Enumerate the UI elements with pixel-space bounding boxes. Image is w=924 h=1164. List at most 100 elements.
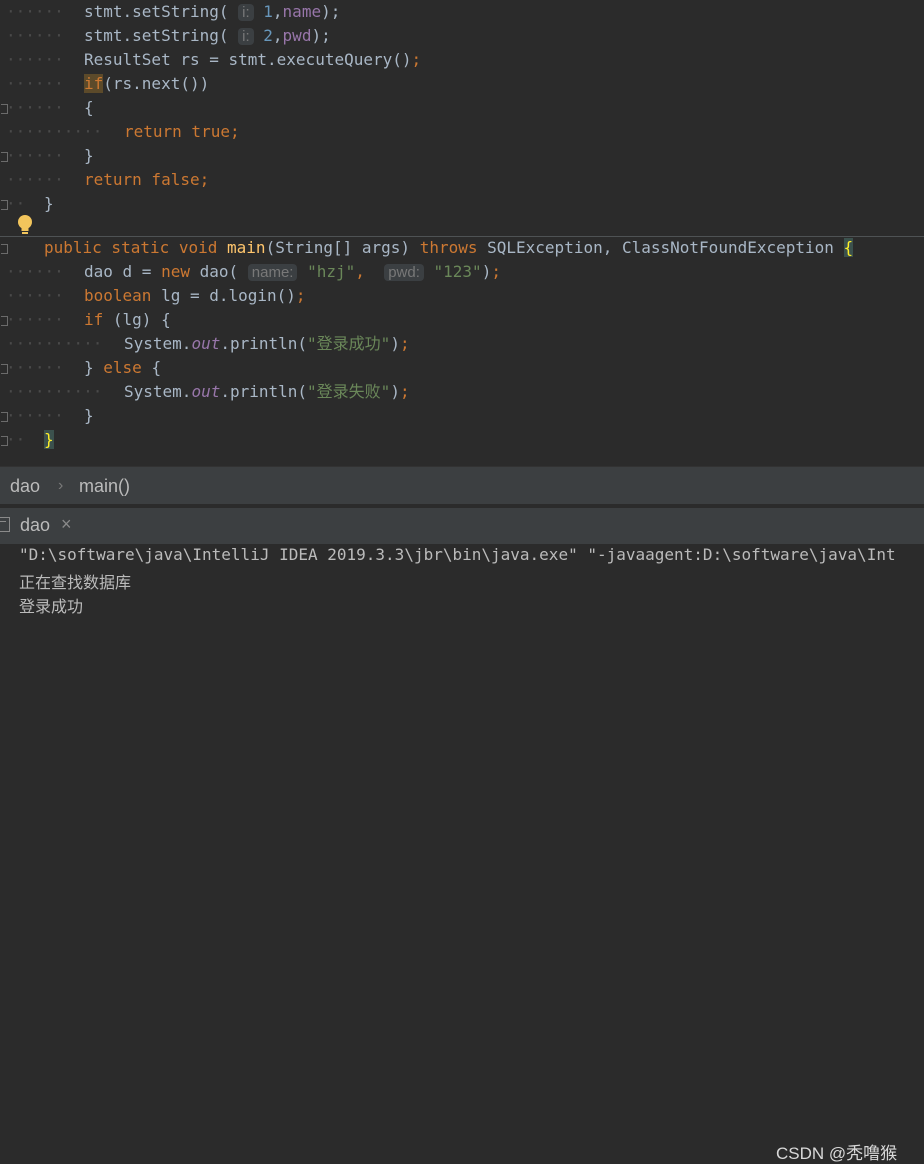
code-line[interactable]: ······ return false; [0,168,924,192]
code-token: System. [124,382,192,401]
method-separator [0,236,924,237]
console-icon [0,517,10,532]
code-token: } [44,430,54,449]
fold-marker-icon[interactable] [1,104,8,114]
code-token: ) [390,334,400,353]
code-token: else [103,358,152,377]
indent-guide: ······ [6,406,64,425]
code-token: ; [399,382,410,401]
code-text: System.out.println("登录成功"); [124,332,410,356]
code-text: } else { [84,356,161,380]
run-tab-dao[interactable]: dao [20,515,50,536]
indent-guide: ······ [6,358,64,377]
code-token: SQLException, ClassNotFoundException [487,238,844,257]
code-token: .println( [220,334,308,353]
code-token: ); [311,26,331,45]
fold-marker-icon[interactable] [1,200,8,210]
fold-marker-icon[interactable] [1,364,8,374]
indent-guide: ······ [6,74,64,93]
code-token: "123" [433,262,482,281]
indent-guide: ······ [6,170,64,189]
code-line[interactable]: ··} [0,192,924,216]
fold-marker-icon[interactable] [1,152,8,162]
code-line[interactable]: ······ if(rs.next()) [0,72,924,96]
code-token: ; [399,334,410,353]
code-token: (String[] args) [265,238,420,257]
code-token: out [191,334,221,353]
indent-guide: ······ [6,310,64,329]
indent-guide: ······ [6,98,64,117]
code-line[interactable]: ······ ResultSet rs = stmt.executeQuery()… [0,48,924,72]
fold-marker-icon[interactable] [1,436,8,446]
run-tool-window-tabs: dao × [0,508,924,544]
code-token: if [84,74,104,93]
code-line[interactable]: ······ if (lg) { [0,308,924,332]
indent-guide: ······ [6,26,64,45]
code-line[interactable]: ······} [0,144,924,168]
code-line[interactable]: ······ stmt.setString( i: 2,pwd); [0,24,924,48]
code-token: } [44,194,54,213]
indent-guide: ·· [6,430,26,449]
breadcrumb-method[interactable]: main() [79,476,130,497]
code-text: System.out.println("登录失败"); [124,380,410,404]
code-token: { [84,98,94,117]
code-line[interactable]: ······ boolean lg = d.login(); [0,284,924,308]
code-token: } [84,146,94,165]
code-token: ; [295,286,306,305]
parameter-hint: pwd: [384,264,424,281]
code-line[interactable]: ······ dao d = new dao( name: "hzj", pwd:… [0,260,924,284]
code-token: ; [411,50,422,69]
indent-guide: ·· [6,194,26,213]
lightbulb-icon[interactable] [16,214,34,236]
code-line[interactable]: ·········· return true; [0,120,924,144]
code-text: stmt.setString( i: 2,pwd); [84,24,331,49]
code-token: ) [390,382,400,401]
indent-guide: ······ [6,286,64,305]
code-text: if(rs.next()) [84,72,209,96]
code-token: { [151,358,162,377]
parameter-hint: i: [238,4,254,21]
code-token: (rs.next()) [103,74,210,93]
code-token: , [272,2,283,21]
indent-guide: ······ [6,146,64,165]
code-text: { [84,96,94,120]
watermark: CSDN @秃噜猴 [776,1144,898,1163]
indent-guide: ·········· [6,122,103,141]
code-token: main [227,238,266,257]
code-line[interactable]: public static void main(String[] args) t… [0,236,924,260]
code-token: .println( [220,382,308,401]
code-line[interactable]: ·········· System.out.println("登录成功"); [0,332,924,356]
fold-marker-icon[interactable] [1,244,8,254]
breadcrumb-class[interactable]: dao [10,476,40,497]
code-token: out [191,382,221,401]
code-token: stmt.setString( [84,26,239,45]
code-editor[interactable]: ······ stmt.setString( i: 1,name); ······ s… [0,0,924,466]
code-line[interactable]: ······ } else { [0,356,924,380]
code-line[interactable]: ······ { [0,96,924,120]
code-line[interactable]: ······} [0,404,924,428]
code-token: 2 [263,26,273,45]
console-output[interactable]: "D:\software\java\IntelliJ IDEA 2019.3.3… [0,544,924,1163]
breadcrumb: dao › main() [0,466,924,505]
close-icon[interactable]: × [61,514,72,535]
code-token: ) [481,262,492,281]
code-text: if (lg) { [84,308,171,332]
code-token: , [355,262,375,281]
code-token: } [84,406,94,425]
indent-guide: ······ [6,2,64,21]
fold-marker-icon[interactable] [1,412,8,422]
code-token: return false; [84,170,210,189]
code-line[interactable]: ·········· System.out.println("登录失败"); [0,380,924,404]
code-token: stmt.setString( [84,2,239,21]
code-token: pwd [282,26,312,45]
console-line-searching: 正在查找数据库 [19,573,132,592]
fold-marker-icon[interactable] [1,316,8,326]
code-token: ; [491,262,501,281]
code-line[interactable]: ······ stmt.setString( i: 1,name); [0,0,924,24]
indent-guide: ······ [6,262,64,281]
code-line[interactable]: ··} [0,428,924,452]
code-token: if [84,310,113,329]
code-token: dao( [199,262,248,281]
